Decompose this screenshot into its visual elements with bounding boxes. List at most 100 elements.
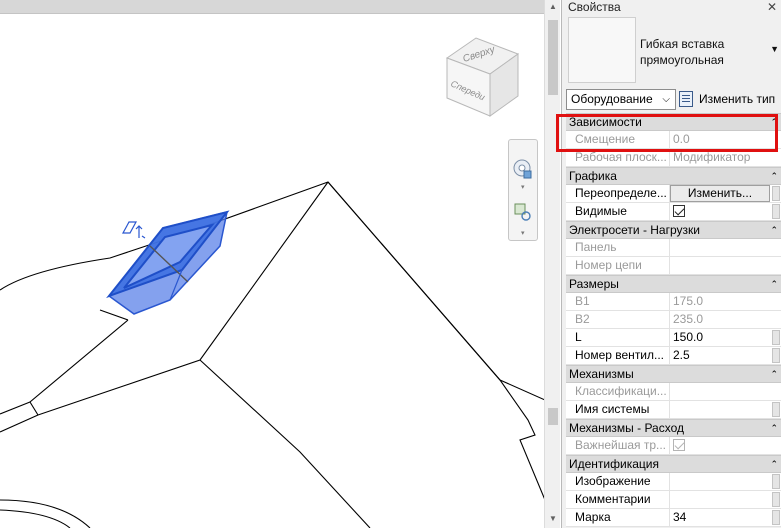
- associate-parameter-button[interactable]: [772, 402, 780, 417]
- collapse-chevron-icon[interactable]: ⌃: [770, 276, 778, 292]
- property-row[interactable]: Марка 34: [566, 509, 781, 527]
- property-name: Видимые: [566, 203, 670, 220]
- property-row[interactable]: Имя системы: [566, 401, 781, 419]
- property-row: Важнейшая тр...: [566, 437, 781, 455]
- close-icon[interactable]: ✕: [767, 0, 777, 14]
- duct-edge: [0, 401, 31, 415]
- type-dropdown-arrow-icon[interactable]: ▼: [770, 44, 779, 54]
- property-group-label: Механизмы: [569, 367, 634, 381]
- associate-parameter-button[interactable]: [772, 204, 780, 219]
- scroll-up-arrow-icon[interactable]: ▲: [548, 2, 558, 12]
- property-value[interactable]: 2.5: [670, 347, 770, 364]
- property-name: Классификаци...: [566, 383, 670, 400]
- property-value[interactable]: [670, 491, 770, 508]
- chevron-down-icon: ⌵: [662, 94, 670, 105]
- property-row: Смещение 0.0: [566, 131, 781, 149]
- property-name: Рабочая плоск...: [566, 149, 670, 166]
- property-row: Панель: [566, 239, 781, 257]
- property-row[interactable]: Переопределе... Изменить...: [566, 185, 781, 203]
- associate-parameter-button[interactable]: [772, 186, 780, 201]
- property-name: Важнейшая тр...: [566, 437, 670, 454]
- viewcube[interactable]: Сверху Спереди: [445, 37, 520, 117]
- duct-edge: [29, 181, 329, 416]
- zoom-region-icon[interactable]: [514, 203, 531, 221]
- property-row: Рабочая плоск... Модификатор: [566, 149, 781, 167]
- property-value: [670, 203, 770, 220]
- checkbox[interactable]: [673, 205, 685, 217]
- associate-parameter-button[interactable]: [772, 348, 780, 363]
- collapse-chevron-icon[interactable]: ⌃: [770, 114, 778, 130]
- duct-edge: [0, 499, 91, 528]
- edit-type-label: Изменить тип: [699, 92, 776, 106]
- chevron-down-icon[interactable]: ▾: [521, 184, 525, 191]
- associate-parameter-button[interactable]: [772, 330, 780, 345]
- property-value[interactable]: 34: [670, 509, 770, 526]
- property-value: Модификатор: [673, 150, 751, 164]
- edit-type-button[interactable]: Изменить тип: [679, 89, 781, 110]
- property-group-header[interactable]: Электросети - Нагрузки ⌃: [566, 221, 781, 239]
- checkbox: [673, 439, 685, 451]
- property-name: Имя системы: [566, 401, 670, 418]
- property-group-header[interactable]: Механизмы ⌃: [566, 365, 781, 383]
- associate-parameter-button[interactable]: [772, 492, 780, 507]
- properties-grid: Зависимости ⌃ Смещение 0.0 Рабочая плоск... М…: [566, 113, 781, 527]
- viewport-scrollbar[interactable]: ▲ ▼: [544, 0, 560, 528]
- category-filter-value: Оборудование: [571, 92, 653, 106]
- property-value[interactable]: [670, 401, 770, 418]
- property-value: [670, 257, 770, 274]
- steering-wheel-icon[interactable]: [513, 159, 532, 179]
- collapse-chevron-icon[interactable]: ⌃: [770, 456, 778, 472]
- collapse-chevron-icon[interactable]: ⌃: [770, 366, 778, 382]
- collapse-chevron-icon[interactable]: ⌃: [770, 420, 778, 436]
- category-filter-select[interactable]: Оборудование ⌵: [566, 89, 676, 110]
- drawing-viewport[interactable]: Сверху Спереди ▾ ▾: [0, 0, 544, 528]
- panel-title: Свойства: [568, 0, 621, 14]
- property-row: Номер цепи: [566, 257, 781, 275]
- navigation-bar[interactable]: ▾ ▾: [508, 139, 538, 241]
- scroll-thumb-secondary[interactable]: [548, 408, 558, 425]
- property-value[interactable]: [670, 473, 770, 490]
- property-row: Классификаци...: [566, 383, 781, 401]
- property-value[interactable]: 150.0: [670, 329, 770, 346]
- property-row[interactable]: Номер вентил... 2.5: [566, 347, 781, 365]
- property-value: 235.0: [673, 312, 704, 326]
- scroll-down-arrow-icon[interactable]: ▼: [548, 514, 558, 524]
- associate-parameter-button[interactable]: [772, 474, 780, 489]
- property-row[interactable]: Видимые: [566, 203, 781, 221]
- duct-edge: [0, 509, 71, 528]
- property-name: B1: [566, 293, 670, 310]
- scroll-thumb[interactable]: [548, 20, 558, 95]
- duct-edge: [499, 379, 544, 500]
- edit-overrides-button[interactable]: Изменить...: [670, 185, 770, 202]
- property-row[interactable]: Комментарии: [566, 491, 781, 509]
- property-group-label: Идентификация: [569, 457, 659, 471]
- property-row[interactable]: L 150.0: [566, 329, 781, 347]
- property-value: 175.0: [673, 294, 704, 308]
- duct-edge: [99, 309, 129, 321]
- property-group-label: Зависимости: [569, 115, 642, 129]
- flip-control-icon[interactable]: [121, 221, 146, 239]
- collapse-chevron-icon[interactable]: ⌃: [770, 168, 778, 184]
- duct-edge: [0, 414, 39, 433]
- property-group-header[interactable]: Зависимости ⌃: [566, 113, 781, 131]
- model-3d-view[interactable]: Сверху Спереди: [0, 0, 544, 528]
- property-group-header[interactable]: Механизмы - Расход ⌃: [566, 419, 781, 437]
- property-group-header[interactable]: Идентификация ⌃: [566, 455, 781, 473]
- property-group-header[interactable]: Размеры ⌃: [566, 275, 781, 293]
- type-selector[interactable]: Гибкая вставка прямоугольная: [640, 36, 768, 68]
- property-name: L: [566, 329, 670, 346]
- properties-panel: Свойства ✕ Гибкая вставка прямоугольная …: [561, 0, 781, 528]
- collapse-chevron-icon[interactable]: ⌃: [770, 222, 778, 238]
- property-group-header[interactable]: Графика ⌃: [566, 167, 781, 185]
- property-name: Марка: [566, 509, 670, 526]
- chevron-down-icon[interactable]: ▾: [521, 230, 525, 237]
- property-name: B2: [566, 311, 670, 328]
- property-name: Смещение: [566, 131, 670, 148]
- property-name: Номер вентил...: [566, 347, 670, 364]
- property-name: Переопределе...: [566, 185, 670, 202]
- property-row: B1 175.0: [566, 293, 781, 311]
- property-group-label: Размеры: [569, 277, 619, 291]
- associate-parameter-button[interactable]: [772, 510, 780, 525]
- duct-edge: [327, 181, 501, 381]
- property-row[interactable]: Изображение: [566, 473, 781, 491]
